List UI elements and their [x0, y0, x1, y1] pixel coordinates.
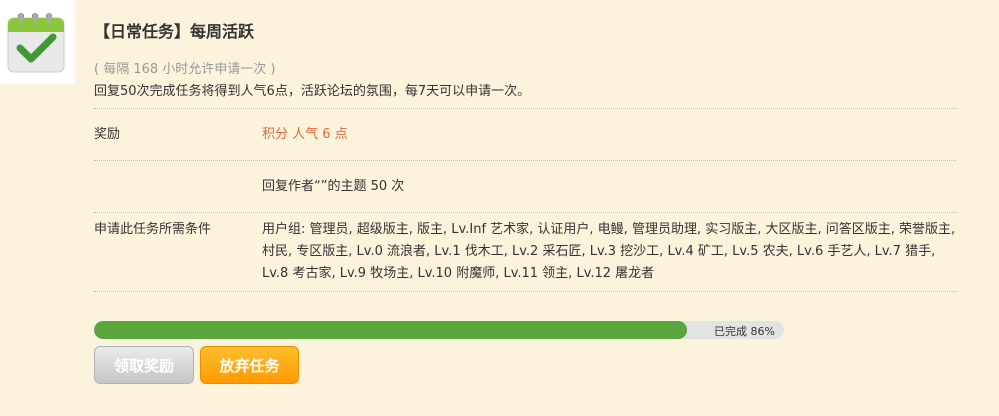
task-interval: ( 每隔 168 小时允许申请一次 ): [94, 62, 276, 77]
divider: [94, 291, 956, 292]
progress-fill: [94, 321, 688, 339]
reward-value: 积分 人气 6 点: [262, 126, 348, 142]
task-description: 回复50次完成任务将得到人气6点，活跃论坛的氛围，每7天可以申请一次。: [94, 84, 531, 99]
task-details: 奖励 积分 人气 6 点 回复作者“”的主题 50 次 申请此任务所需条件 用户…: [94, 108, 956, 292]
claim-reward-button[interactable]: 领取奖励: [94, 346, 194, 384]
calendar-check-icon: [7, 13, 65, 73]
conditions-row: 申请此任务所需条件 用户组: 管理员, 超级版主, 版主, Lv.Inf 艺术家…: [94, 212, 956, 291]
reward-label: 奖励: [94, 126, 121, 142]
requirement-value: 回复作者“”的主题 50 次: [262, 178, 405, 194]
progress-text: 已完成 86%: [714, 325, 775, 338]
conditions-value: 用户组: 管理员, 超级版主, 版主, Lv.Inf 艺术家, 认证用户, 电鳗…: [262, 222, 956, 281]
abandon-task-button[interactable]: 放弃任务: [200, 346, 299, 384]
requirement-row: 回复作者“”的主题 50 次: [94, 160, 956, 212]
reward-row: 奖励 积分 人气 6 点: [94, 108, 956, 160]
task-icon-box: [0, 0, 75, 84]
progress-bar: 已完成 86%: [94, 321, 784, 339]
task-title: 【日常任务】每周活跃: [94, 22, 255, 41]
conditions-label: 申请此任务所需条件: [94, 222, 212, 237]
